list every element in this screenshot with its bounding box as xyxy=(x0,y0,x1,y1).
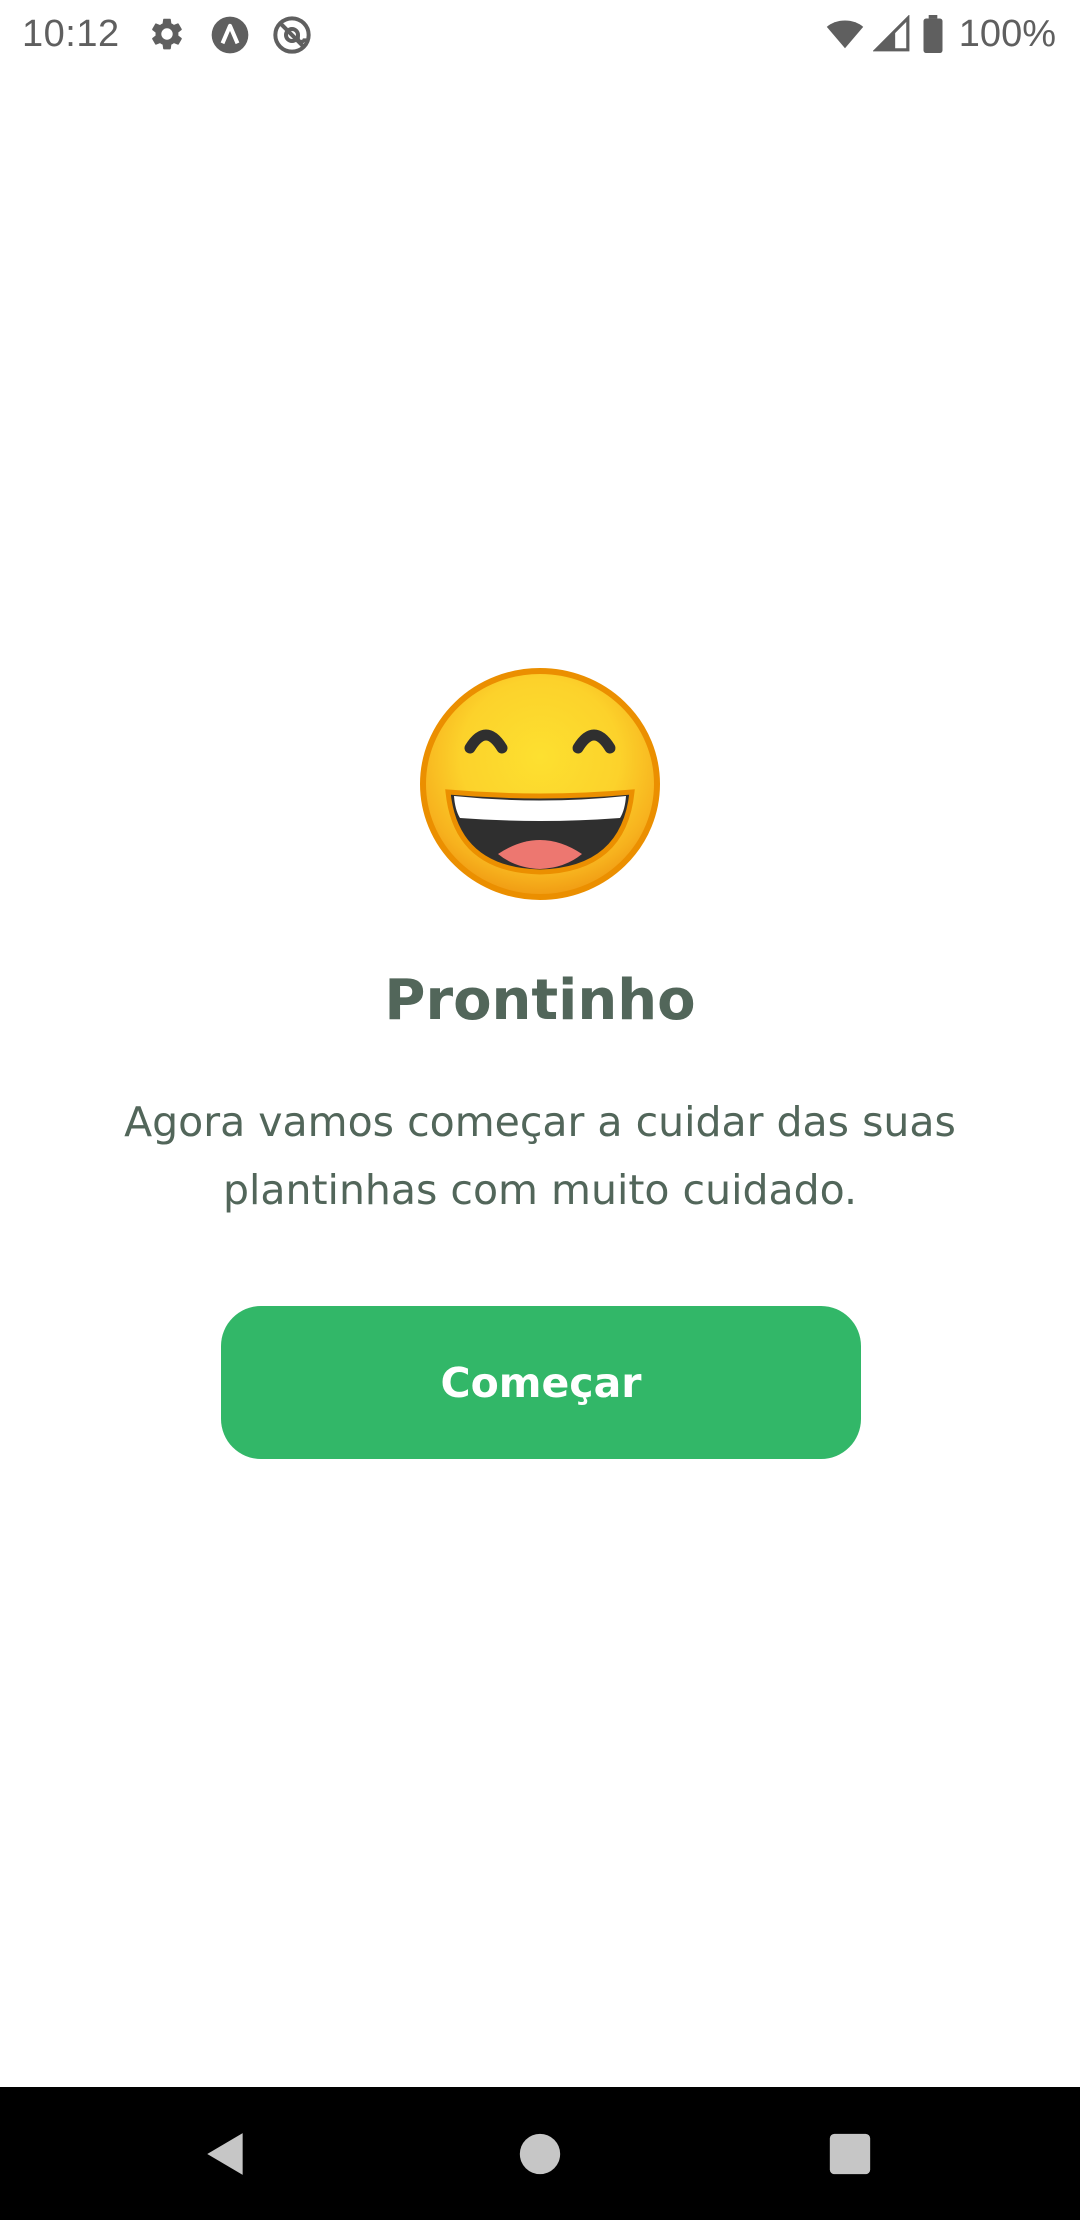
subtitle-line-1: Agora vamos começar a cuidar das suas xyxy=(124,1098,956,1146)
back-icon[interactable] xyxy=(196,2124,256,2184)
home-icon[interactable] xyxy=(510,2124,570,2184)
screen: 10:12 100% Prontinho Agora vamos começar… xyxy=(0,0,1080,2220)
recents-icon[interactable] xyxy=(820,2124,880,2184)
subtitle: Agora vamos começar a cuidar das suas pl… xyxy=(100,1088,980,1224)
subtitle-line-2: plantinhas com muito cuidado. xyxy=(222,1166,858,1214)
page-title: Prontinho xyxy=(384,968,696,1033)
main-content: Prontinho Agora vamos começar a cuidar d… xyxy=(0,0,1080,2087)
grinning-squinting-face-icon xyxy=(420,668,660,900)
start-button[interactable]: Começar xyxy=(221,1306,861,1459)
